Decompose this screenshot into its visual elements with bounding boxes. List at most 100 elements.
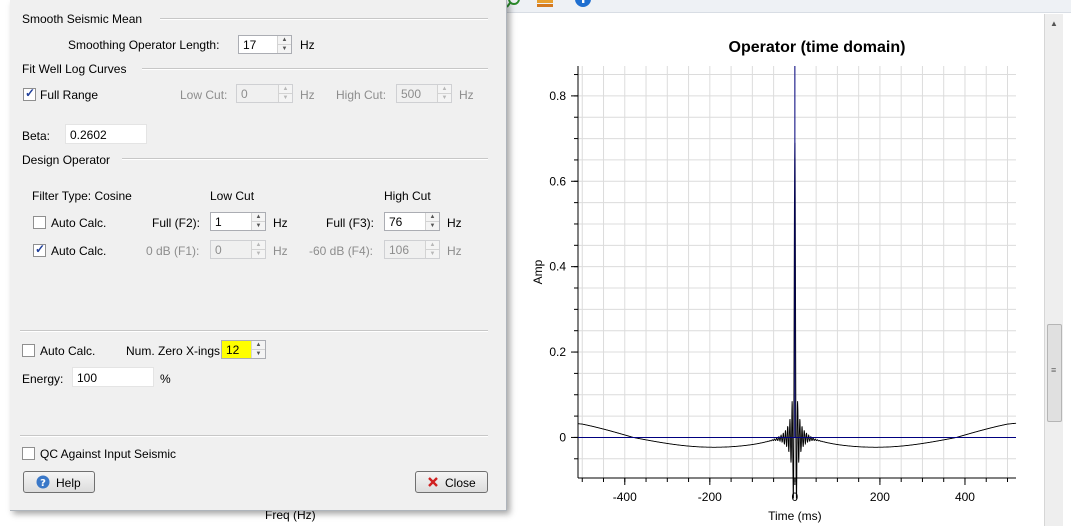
full-f3-unit: Hz [447, 216, 462, 230]
spin-up-icon[interactable]: ▲ [252, 213, 265, 222]
energy-input[interactable]: 100 [72, 367, 154, 387]
low-cut-value: 0 [241, 87, 248, 101]
auto-calc-f2f3-checkbox[interactable] [33, 216, 46, 229]
close-button[interactable]: Close [415, 471, 488, 493]
low-cut-label: Low Cut: [180, 88, 228, 102]
energy-value: 100 [77, 371, 98, 385]
f1-value: 0 [215, 243, 222, 257]
design-operator-title: Design Operator [22, 153, 117, 167]
f4-stepper[interactable]: 106 ▲ ▼ [384, 240, 440, 259]
auto-calc-zero-xings-checkbox[interactable] [22, 344, 35, 357]
auto-calc-f2f3-label: Auto Calc. [51, 216, 107, 230]
spin-up-icon[interactable]: ▲ [279, 85, 292, 94]
num-zero-xings-stepper[interactable]: 12 ▲ ▼ [221, 340, 266, 359]
chart-title: Operator (time domain) [729, 39, 906, 56]
num-zero-xings-value: 12 [226, 343, 240, 357]
vertical-scrollbar[interactable]: ▲ ≡ [1044, 14, 1063, 526]
full-f3-value: 76 [389, 215, 403, 229]
spin-up-icon[interactable]: ▲ [278, 36, 291, 45]
full-range-label: Full Range [40, 88, 99, 102]
zoom-icon[interactable] [507, 0, 523, 10]
spin-down-icon[interactable]: ▼ [438, 94, 451, 102]
help-icon: ? [36, 475, 50, 489]
low-cut-unit: Hz [300, 88, 315, 102]
low-cut-stepper[interactable]: 0 ▲ ▼ [236, 84, 293, 103]
low-cut-header: Low Cut [210, 189, 255, 203]
x-tick-label: 400 [955, 490, 975, 504]
spin-up-icon[interactable]: ▲ [438, 85, 451, 94]
smoothing-length-stepper[interactable]: 17 ▲ ▼ [238, 35, 292, 54]
group-separator [20, 330, 488, 332]
energy-unit: % [160, 372, 171, 386]
energy-label: Energy: [22, 372, 64, 386]
fit-well-log-curves-title: Fit Well Log Curves [22, 62, 133, 76]
full-f3-stepper[interactable]: 76 ▲ ▼ [384, 212, 440, 231]
spin-up-icon[interactable]: ▲ [252, 341, 265, 350]
scrollbar-thumb[interactable]: ≡ [1047, 324, 1062, 422]
spin-down-icon[interactable]: ▼ [279, 94, 292, 102]
scroll-up-arrow-icon[interactable]: ▲ [1045, 16, 1063, 32]
qc-against-input-seismic-label: QC Against Input Seismic [40, 447, 177, 461]
beta-value: 0.2602 [70, 128, 107, 142]
auto-calc-f1f4-checkbox[interactable] [33, 242, 46, 257]
y-tick-label: 0 [559, 430, 566, 444]
spin-down-icon[interactable]: ▼ [426, 250, 439, 258]
spin-up-icon[interactable]: ▲ [426, 213, 439, 222]
x-axis-label: Time (ms) [768, 509, 822, 523]
f1-label: 0 dB (F1): [146, 244, 200, 258]
f4-label: -60 dB (F4): [309, 244, 374, 258]
f4-value: 106 [389, 243, 410, 257]
smoothing-length-label: Smoothing Operator Length: [68, 38, 220, 52]
spin-down-icon[interactable]: ▼ [426, 222, 439, 230]
close-icon [428, 477, 438, 487]
group-separator [142, 68, 488, 70]
x-tick-label: 0 [792, 490, 799, 504]
spin-up-icon[interactable]: ▲ [252, 241, 265, 250]
f1-stepper[interactable]: 0 ▲ ▼ [210, 240, 266, 259]
beta-input[interactable]: 0.2602 [65, 124, 147, 144]
help-button-label: Help [56, 476, 81, 490]
operator-chart: Operator (time domain) -400 -200 0 200 400 0 0.… [510, 14, 1042, 526]
smoothing-length-value: 17 [243, 38, 257, 52]
spin-down-icon[interactable]: ▼ [252, 250, 265, 258]
f1-unit: Hz [273, 244, 288, 258]
high-cut-stepper[interactable]: 500 ▲ ▼ [396, 84, 452, 103]
f4-unit: Hz [447, 244, 462, 258]
full-f2-stepper[interactable]: 1 ▲ ▼ [210, 212, 266, 231]
full-f3-label: Full (F3): [326, 216, 374, 230]
info-icon[interactable] [575, 0, 591, 10]
x-tick-label: 200 [870, 490, 890, 504]
y-axis-label: Amp [531, 259, 545, 284]
spin-down-icon[interactable]: ▼ [252, 222, 265, 230]
y-tick-label: 0.4 [549, 260, 566, 274]
filter-type-label: Filter Type: Cosine [32, 189, 132, 203]
close-button-label: Close [445, 476, 476, 490]
high-cut-label: High Cut: [336, 88, 387, 102]
svg-text:?: ? [40, 478, 46, 489]
group-separator [122, 158, 488, 160]
x-tick-label: -200 [698, 490, 722, 504]
full-range-checkbox[interactable] [23, 86, 36, 101]
high-cut-unit: Hz [459, 88, 474, 102]
full-f2-label: Full (F2): [152, 216, 200, 230]
qc-against-input-seismic-checkbox[interactable] [22, 447, 35, 460]
beta-label: Beta: [22, 129, 51, 143]
auto-calc-zero-xings-label: Auto Calc. [40, 344, 96, 358]
high-cut-header: High Cut [384, 189, 431, 203]
group-separator [160, 18, 488, 20]
spin-down-icon[interactable]: ▼ [252, 350, 265, 358]
smoothing-length-unit: Hz [300, 38, 315, 52]
y-tick-label: 0.8 [549, 89, 566, 103]
full-f2-value: 1 [215, 215, 222, 229]
group-separator [20, 435, 488, 437]
spin-up-icon[interactable]: ▲ [426, 241, 439, 250]
chart-canvas: Operator (time domain) -400 -200 0 200 400 0 0.… [531, 39, 1017, 523]
spin-down-icon[interactable]: ▼ [278, 45, 291, 53]
y-tick-label: 0.6 [549, 174, 566, 188]
grip-icon: ≡ [1051, 365, 1057, 375]
layers-icon[interactable] [537, 0, 553, 10]
smooth-seismic-mean-title: Smooth Seismic Mean [22, 12, 149, 26]
full-f2-unit: Hz [273, 216, 288, 230]
help-button[interactable]: ? Help [23, 471, 95, 493]
operator-design-dialog: Smooth Seismic Mean Smoothing Operator L… [10, 0, 507, 511]
